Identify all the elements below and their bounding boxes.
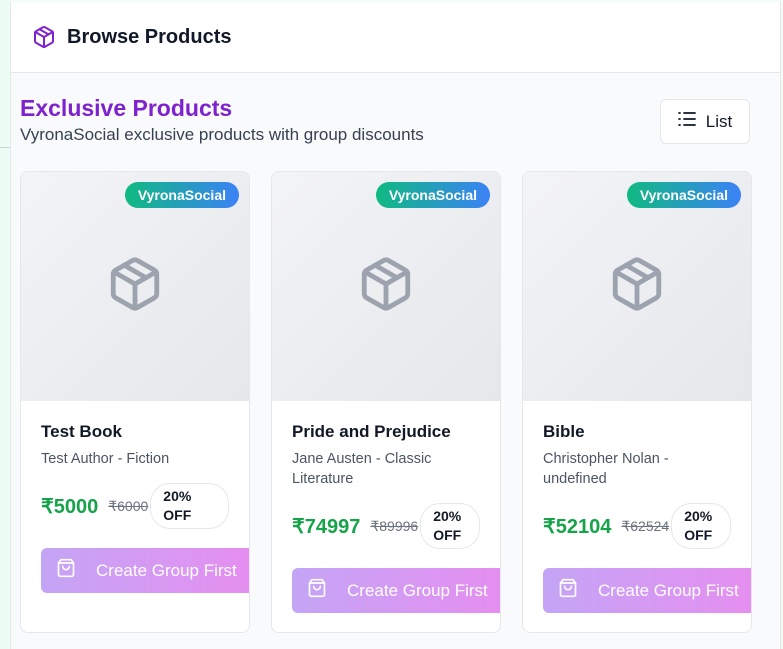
price-row: ₹52104 ₹62524 20% OFF <box>543 503 731 549</box>
discount-badge: 20% OFF <box>150 483 229 529</box>
package-icon <box>608 255 666 318</box>
product-price: ₹74997 <box>292 515 361 538</box>
product-card[interactable]: VyronaSocial Bible Christopher Nolan - u… <box>522 171 752 633</box>
product-details: Pride and Prejudice Jane Austen - Classi… <box>272 401 500 549</box>
create-group-button[interactable]: Create Group First <box>292 568 500 613</box>
discount-badge: 20% OFF <box>420 503 480 549</box>
list-view-label: List <box>705 111 733 131</box>
exclusive-badge: VyronaSocial <box>375 182 490 208</box>
product-details: Bible Christopher Nolan - undefined ₹521… <box>523 401 751 549</box>
product-price: ₹52104 <box>543 515 612 538</box>
original-price: ₹89996 <box>370 517 419 534</box>
product-details: Test Book Test Author - Fiction ₹5000 ₹6… <box>21 401 249 529</box>
product-price: ₹5000 <box>41 495 99 518</box>
product-card[interactable]: VyronaSocial Test Book Test Author - Fic… <box>20 171 250 633</box>
product-name: Test Book <box>41 422 122 441</box>
product-image-placeholder: VyronaSocial <box>272 172 500 401</box>
list-view-button[interactable]: List <box>660 99 750 144</box>
shopping-bag-icon <box>558 578 578 603</box>
package-icon <box>31 24 57 50</box>
price-row: ₹74997 ₹89996 20% OFF <box>292 503 480 549</box>
product-image-placeholder: VyronaSocial <box>21 172 249 401</box>
exclusive-badge: VyronaSocial <box>626 182 741 208</box>
background-page-strip <box>0 0 10 649</box>
product-meta: Jane Austen - Classic Literature <box>292 451 432 487</box>
create-group-label: Create Group First <box>96 560 237 580</box>
page-title: Browse Products <box>67 25 232 48</box>
product-name: Bible <box>543 422 585 441</box>
background-divider <box>0 147 10 148</box>
product-meta: Christopher Nolan - undefined <box>543 451 669 487</box>
discount-badge: 20% OFF <box>671 503 731 549</box>
price-row: ₹5000 ₹6000 20% OFF <box>41 483 229 529</box>
section-heading: Exclusive Products VyronaSocial exclusiv… <box>20 94 424 145</box>
panel-header: Browse Products <box>11 2 780 73</box>
create-group-label: Create Group First <box>347 580 488 600</box>
product-image-placeholder: VyronaSocial <box>523 172 751 401</box>
shopping-bag-icon <box>56 558 76 583</box>
original-price: ₹62524 <box>621 517 670 534</box>
section-subtitle: VyronaSocial exclusive products with gro… <box>20 125 424 144</box>
product-grid: VyronaSocial Test Book Test Author - Fic… <box>20 171 752 633</box>
package-icon <box>106 255 164 318</box>
create-group-label: Create Group First <box>598 580 739 600</box>
product-name: Pride and Prejudice <box>292 422 451 441</box>
shopping-bag-icon <box>307 578 327 603</box>
product-card[interactable]: VyronaSocial Pride and Prejudice Jane Au… <box>271 171 501 633</box>
package-icon <box>357 255 415 318</box>
list-icon <box>677 111 696 132</box>
create-group-button[interactable]: Create Group First <box>543 568 751 613</box>
exclusive-badge: VyronaSocial <box>124 182 239 208</box>
create-group-button[interactable]: Create Group First <box>41 548 249 593</box>
section-title: Exclusive Products <box>20 95 233 121</box>
product-meta: Test Author - Fiction <box>41 451 170 467</box>
original-price: ₹6000 <box>108 497 149 514</box>
